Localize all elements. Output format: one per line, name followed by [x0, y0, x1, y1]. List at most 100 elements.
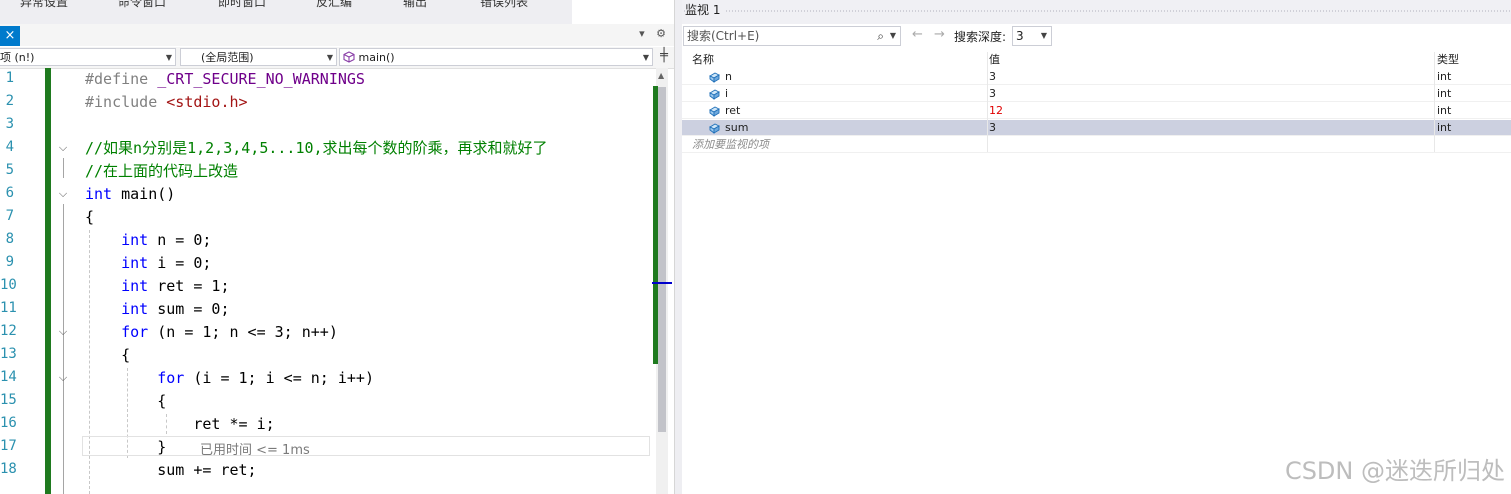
scrollbar-caret-marker — [652, 282, 672, 284]
code-token: main() — [112, 185, 176, 203]
watch-window-title[interactable]: 监视 1 — [682, 0, 1511, 24]
code-line[interactable]: ret *= i; — [85, 414, 275, 434]
watermark: CSDN @迷迭所归处 — [1284, 457, 1505, 485]
line-number: 2 — [5, 93, 14, 109]
tab-immediate-window[interactable]: 即时窗口 — [218, 0, 266, 24]
add-watch-row[interactable]: 添加要监视的项 — [682, 137, 1511, 153]
watch-value[interactable]: 3 — [989, 86, 996, 102]
code-token: { — [85, 392, 167, 410]
line-number: 7 — [5, 208, 14, 224]
code-line[interactable]: { — [85, 207, 94, 227]
document-tab-bar: × ▾ ⚙ — [0, 24, 674, 46]
line-number: 13 — [0, 346, 17, 362]
perf-tip: 已用时间 <= 1ms — [200, 443, 310, 458]
watch-row[interactable]: ret 12 int — [682, 103, 1511, 119]
back-arrow-icon[interactable]: ← — [912, 27, 923, 42]
column-separator[interactable] — [987, 52, 988, 152]
fold-toggle-icon[interactable]: ⌵ — [57, 188, 69, 200]
chevron-down-icon: ▼ — [165, 53, 172, 62]
line-number: 11 — [0, 300, 17, 316]
code-line[interactable]: int main() — [85, 184, 175, 204]
code-line[interactable]: int sum = 0; — [85, 299, 229, 319]
column-header-type[interactable]: 类型 — [1437, 52, 1459, 68]
code-token: { — [85, 208, 95, 226]
code-line[interactable]: //在上面的代码上改造 — [85, 161, 238, 181]
watch-row[interactable]: sum 3 int — [682, 120, 1511, 136]
close-document-button[interactable]: × — [0, 26, 20, 46]
watch-value[interactable]: 3 — [989, 69, 996, 85]
search-depth-label: 搜索深度: — [954, 30, 1007, 44]
watch-row[interactable]: i 3 int — [682, 86, 1511, 102]
code-line[interactable]: #include <stdio.h> — [85, 92, 248, 112]
watch-window: 监视 1 搜索(Ctrl+E) ⌕ ▼ ← → 搜索深度: 3 ▼ 名称 值 类型… — [682, 0, 1511, 494]
line-number: 12 — [0, 323, 17, 339]
add-watch-item[interactable]: 添加要监视的项 — [692, 137, 769, 153]
search-depth-select[interactable]: 3 ▼ — [1012, 26, 1052, 46]
code-token: for — [157, 369, 185, 387]
line-number: 4 — [5, 139, 14, 155]
tab-exception-settings[interactable]: 异常设置 — [20, 0, 68, 24]
forward-arrow-icon[interactable]: → — [934, 27, 945, 42]
watch-value[interactable]: 12 — [989, 103, 1003, 119]
scrollbar-change-marker — [653, 86, 658, 364]
code-token: ret *= i; — [85, 415, 275, 433]
code-line[interactable]: } — [85, 437, 166, 457]
line-number: 8 — [5, 231, 14, 247]
watch-toolbar: 搜索(Ctrl+E) ⌕ ▼ ← → 搜索深度: 3 ▼ — [682, 26, 1511, 48]
tab-command-window[interactable]: 命令窗口 — [118, 0, 166, 24]
line-number: 10 — [0, 277, 17, 293]
fold-toggle-icon[interactable]: ⌵ — [57, 142, 69, 154]
code-line[interactable]: for (n = 1; n <= 3; n++) — [85, 322, 338, 342]
code-line[interactable]: int ret = 1; — [85, 276, 229, 296]
code-line[interactable]: int i = 0; — [85, 253, 211, 273]
code-line[interactable]: for (i = 1; i <= n; i++) — [85, 368, 374, 388]
code-token: for — [121, 323, 149, 341]
code-token: } — [85, 438, 167, 456]
tab-error-list[interactable]: 错误列表 — [480, 0, 528, 24]
tab-disassembly[interactable]: 反汇编 — [316, 0, 352, 24]
column-header-name[interactable]: 名称 — [692, 52, 714, 68]
watch-row[interactable]: n 3 int — [682, 69, 1511, 85]
code-token: int — [85, 185, 113, 203]
code-line[interactable]: sum += ret; — [85, 460, 256, 480]
search-input[interactable]: 搜索(Ctrl+E) ⌕ ▼ — [683, 26, 901, 46]
scroll-up-icon[interactable]: ▲ — [658, 71, 664, 80]
code-line[interactable]: int n = 0; — [85, 230, 211, 250]
search-icon[interactable]: ⌕ — [877, 27, 884, 45]
pane-options-icon[interactable]: ▾ ⚙ — [639, 27, 670, 40]
code-line[interactable]: { — [85, 345, 130, 365]
fold-toggle-icon[interactable]: ⌵ — [57, 372, 69, 384]
function-dropdown[interactable]: main() ▼ — [339, 48, 653, 66]
code-token: n = 0; — [148, 231, 212, 249]
code-line[interactable]: { — [85, 391, 166, 411]
chevron-down-icon[interactable]: ▼ — [890, 27, 896, 45]
watch-name[interactable]: i — [725, 86, 728, 102]
code-token: _CRT_SECURE_NO_WARNINGS — [157, 70, 365, 88]
watch-type: int — [1437, 70, 1452, 83]
code-line[interactable]: //如果n分别是1,2,3,4,5...10,求出每个数的阶乘，再求和就好了 — [85, 138, 548, 158]
global-scope-dropdown[interactable]: (全局范围) ▼ — [180, 48, 337, 66]
watch-type: int — [1437, 104, 1452, 117]
code-line[interactable]: #define _CRT_SECURE_NO_WARNINGS — [85, 69, 365, 89]
column-separator[interactable] — [1434, 52, 1435, 152]
project-scope-dropdown[interactable]: 项 (n!) ▼ — [0, 48, 176, 66]
variable-icon — [708, 105, 720, 117]
column-header-value[interactable]: 值 — [989, 52, 1000, 68]
navigation-bar: 项 (n!) ▼ (全局范围) ▼ main() ▼ ╪ — [0, 47, 674, 69]
variable-icon — [708, 71, 720, 83]
watch-name[interactable]: sum — [725, 120, 748, 136]
code-token: (n = 1; n <= 3; n++) — [148, 323, 338, 341]
line-number: 14 — [0, 369, 17, 385]
watch-type: int — [1437, 87, 1452, 100]
tab-output[interactable]: 输出 — [403, 0, 427, 24]
chevron-down-icon: ▼ — [1040, 31, 1047, 40]
watch-value[interactable]: 3 — [989, 120, 996, 136]
split-editor-icon[interactable]: ╪ — [660, 48, 668, 63]
scrollbar-thumb[interactable] — [658, 87, 666, 432]
watch-name[interactable]: n — [725, 69, 732, 85]
fold-toggle-icon[interactable]: ⌵ — [57, 326, 69, 338]
watch-name[interactable]: ret — [725, 103, 740, 119]
